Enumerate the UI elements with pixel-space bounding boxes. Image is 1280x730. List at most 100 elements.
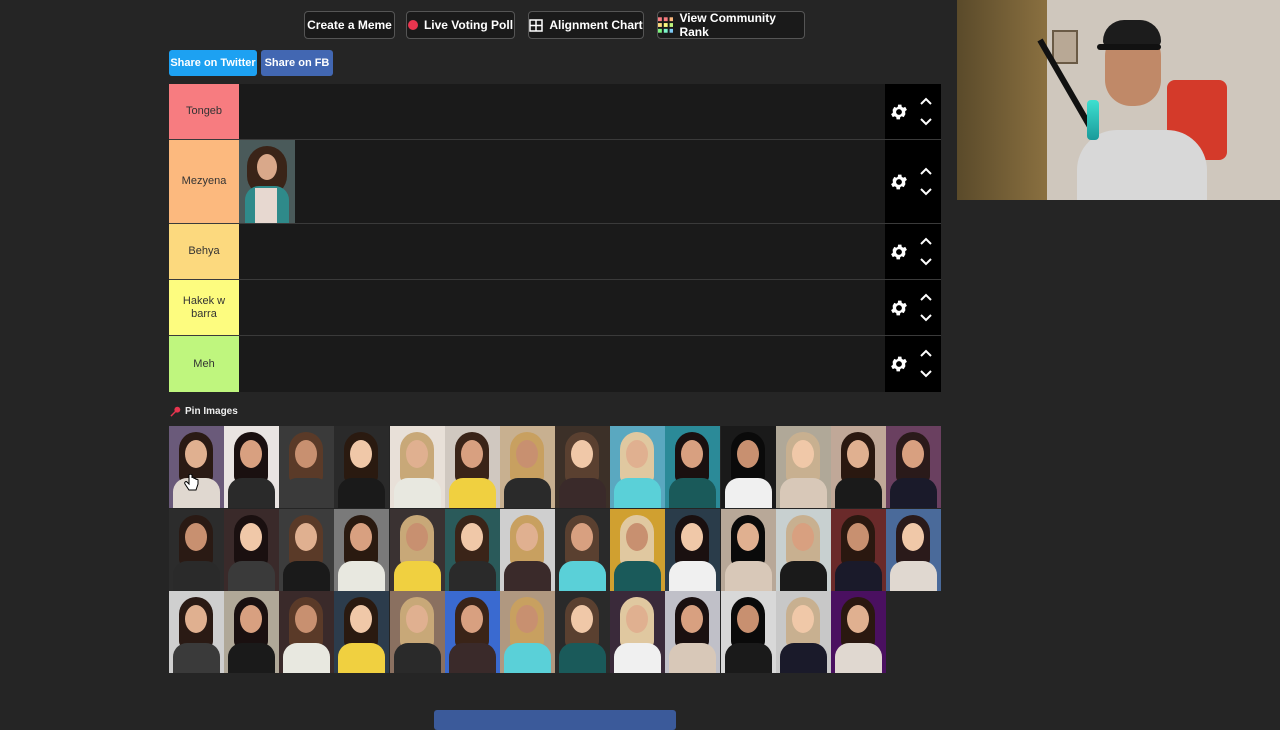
- portrait-body: [834, 643, 882, 673]
- pool-image[interactable]: [224, 426, 280, 508]
- bottom-action-button[interactable]: [434, 710, 676, 730]
- pool-image[interactable]: [555, 591, 611, 673]
- chevron-up-icon[interactable]: [919, 292, 933, 302]
- pool-image[interactable]: [444, 591, 500, 673]
- portrait-body: [228, 560, 276, 591]
- pool-image[interactable]: [334, 508, 390, 591]
- portrait-face: [460, 605, 483, 633]
- tier-dropzone[interactable]: [239, 224, 885, 279]
- tier-dropzone[interactable]: [239, 140, 885, 223]
- pool-image[interactable]: [665, 591, 721, 673]
- pool-image[interactable]: [885, 426, 941, 508]
- pool-image[interactable]: [830, 591, 886, 673]
- gear-icon[interactable]: [889, 298, 909, 318]
- pool-image[interactable]: [665, 508, 721, 591]
- share-twitter-button[interactable]: Share on Twitter: [169, 50, 257, 76]
- pool-image[interactable]: [334, 426, 390, 508]
- pool-image[interactable]: [444, 426, 500, 508]
- chevron-down-icon[interactable]: [919, 187, 933, 197]
- pool-image[interactable]: [610, 426, 666, 508]
- portrait-body: [283, 560, 331, 591]
- pool-image[interactable]: [389, 508, 445, 591]
- portrait-face: [405, 605, 428, 633]
- pool-image[interactable]: [279, 508, 335, 591]
- tier-label[interactable]: Hakek w barra: [169, 280, 239, 335]
- pool-image[interactable]: [555, 508, 611, 591]
- tier-row-meh: Meh: [169, 336, 941, 392]
- portrait-body: [338, 643, 386, 673]
- portrait-face: [295, 522, 318, 551]
- community-rank-button[interactable]: View Community Rank: [657, 11, 805, 39]
- tier-item-image[interactable]: [239, 140, 295, 223]
- tier-controls: [885, 140, 941, 223]
- pool-image[interactable]: [720, 426, 776, 508]
- pool-image[interactable]: [279, 426, 335, 508]
- tier-dropzone[interactable]: [239, 84, 885, 139]
- alignment-chart-button[interactable]: Alignment Chart: [528, 11, 644, 39]
- tier-label-text: Behya: [188, 245, 220, 257]
- pool-image[interactable]: [720, 591, 776, 673]
- portrait-body: [283, 643, 331, 673]
- pool-image[interactable]: [389, 426, 445, 508]
- pool-image[interactable]: [444, 508, 500, 591]
- portrait-body: [283, 478, 331, 508]
- pool-image[interactable]: [279, 591, 335, 673]
- pool-image[interactable]: [775, 591, 831, 673]
- pool-image[interactable]: [169, 508, 224, 591]
- pool-image[interactable]: [610, 508, 666, 591]
- pool-image[interactable]: [830, 426, 886, 508]
- tier-list: Tongeb Mezyena Behya Hakek w barra Meh: [169, 84, 941, 392]
- chevron-down-icon[interactable]: [919, 257, 933, 267]
- portrait-face: [571, 440, 594, 468]
- pool-image[interactable]: [169, 591, 224, 673]
- gear-icon[interactable]: [889, 172, 909, 192]
- pool-image[interactable]: [775, 508, 831, 591]
- tier-dropzone[interactable]: [239, 336, 885, 392]
- portrait-face: [185, 440, 207, 468]
- chevron-up-icon[interactable]: [919, 236, 933, 246]
- pool-image[interactable]: [169, 426, 224, 508]
- gear-icon[interactable]: [889, 102, 909, 122]
- pool-image[interactable]: [334, 591, 390, 673]
- portrait-body: [669, 643, 717, 673]
- pool-image[interactable]: [830, 508, 886, 591]
- tier-dropzone[interactable]: [239, 280, 885, 335]
- tier-controls: [885, 224, 941, 279]
- chevron-down-icon[interactable]: [919, 369, 933, 379]
- pool-image[interactable]: [389, 591, 445, 673]
- pool-image[interactable]: [610, 591, 666, 673]
- pool-image[interactable]: [499, 508, 555, 591]
- tier-row-hakek-w-barra: Hakek w barra: [169, 280, 941, 336]
- chevron-up-icon[interactable]: [919, 96, 933, 106]
- chevron-up-icon[interactable]: [919, 348, 933, 358]
- tier-label[interactable]: Behya: [169, 224, 239, 279]
- portrait-face: [901, 522, 924, 551]
- pool-image[interactable]: [224, 591, 280, 673]
- share-fb-button[interactable]: Share on FB: [261, 50, 333, 76]
- pool-image[interactable]: [499, 591, 555, 673]
- portrait-face: [846, 605, 869, 633]
- tier-label[interactable]: Tongeb: [169, 84, 239, 139]
- portrait-face: [240, 605, 263, 633]
- gear-icon[interactable]: [889, 354, 909, 374]
- pool-image[interactable]: [885, 508, 941, 591]
- tier-label[interactable]: Meh: [169, 336, 239, 392]
- pool-image[interactable]: [499, 426, 555, 508]
- pool-image[interactable]: [720, 508, 776, 591]
- tier-label-text: Meh: [193, 357, 215, 370]
- pool-image[interactable]: [775, 426, 831, 508]
- tier-label[interactable]: Mezyena: [169, 140, 239, 223]
- create-meme-button[interactable]: Create a Meme: [304, 11, 395, 39]
- portrait-body: [559, 478, 607, 508]
- chevron-down-icon[interactable]: [919, 117, 933, 127]
- pool-image[interactable]: [665, 426, 721, 508]
- chevron-down-icon[interactable]: [919, 313, 933, 323]
- portrait-body: [614, 478, 662, 508]
- chevron-up-icon[interactable]: [919, 166, 933, 176]
- pool-image[interactable]: [555, 426, 611, 508]
- portrait-body: [724, 560, 772, 591]
- pool-image[interactable]: [224, 508, 280, 591]
- live-voting-poll-button[interactable]: Live Voting Poll: [406, 11, 515, 39]
- portrait-face: [791, 522, 814, 551]
- gear-icon[interactable]: [889, 242, 909, 262]
